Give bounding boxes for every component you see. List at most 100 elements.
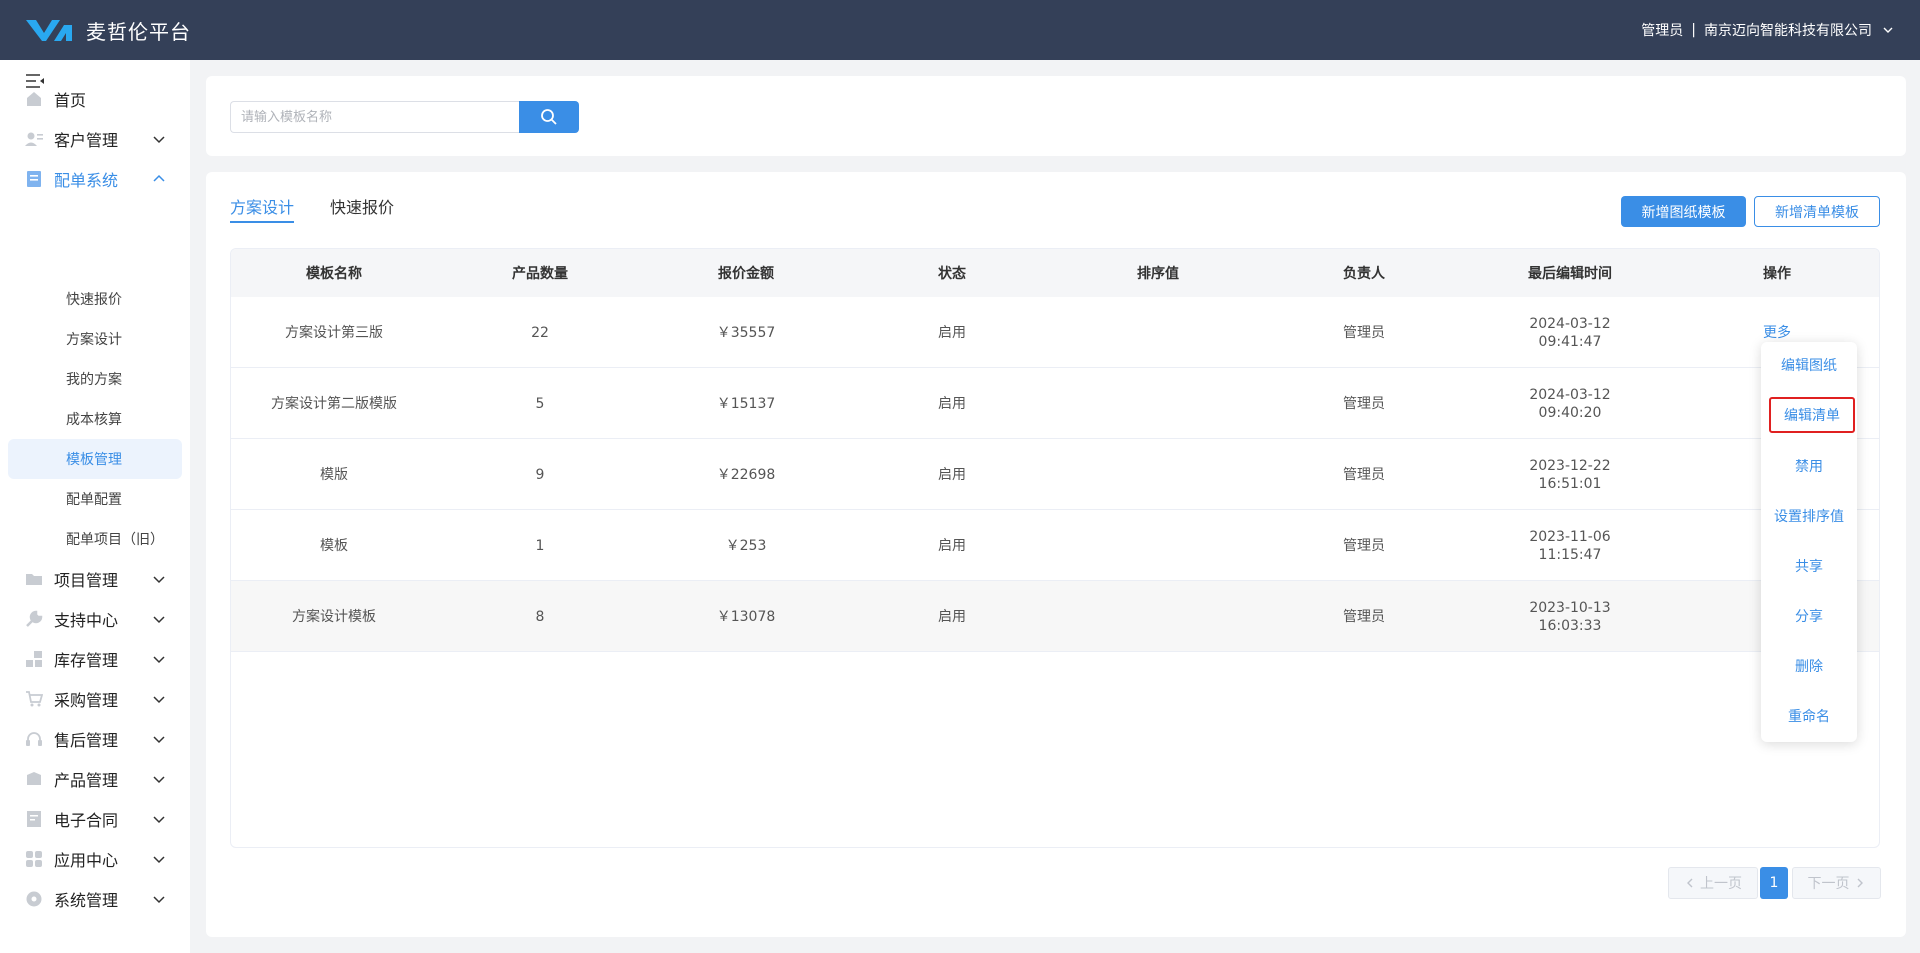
last-edited-cell: 2024-03-12 09:40:20 [1467, 368, 1673, 439]
amount-cell: ￥35557 [716, 324, 776, 341]
owner-cell: 管理员 [1343, 466, 1385, 483]
table-row[interactable]: 方案设计第三版 22 ￥35557 启用 管理员 2024-03-12 09:4… [231, 297, 1879, 368]
home-icon [27, 92, 41, 106]
table-row[interactable]: 方案设计模板 8 ￥13078 启用 管理员 2023-10-13 16:03:… [231, 581, 1879, 652]
menu-item-set-sort-value[interactable]: 设置排序值 [1761, 498, 1857, 534]
sidebar-subitem-label: 模板管理 [66, 452, 122, 468]
separator: | [1691, 22, 1696, 38]
edit-date: 2023-11-06 [1529, 528, 1611, 545]
sidebar-item-label: 项目管理 [54, 571, 119, 590]
sidebar-subitem-template-management[interactable]: 模板管理 [8, 439, 182, 479]
product-count-cell: 22 [531, 324, 549, 341]
company-name: 南京迈向智能科技有限公司 [1704, 23, 1872, 39]
search-button[interactable] [519, 101, 579, 133]
customer-icon [25, 132, 43, 146]
search-panel [206, 76, 1906, 156]
column-header: 模板名称 [306, 266, 362, 282]
sidebar-item-label: 产品管理 [54, 771, 119, 790]
tab-scheme-design[interactable]: 方案设计 [230, 194, 294, 218]
status-cell: 启用 [938, 466, 966, 483]
prev-page-label: 上一页 [1700, 876, 1742, 892]
template-name-cell: 模版 [320, 466, 348, 483]
box-icon [27, 772, 41, 785]
edit-time: 16:03:33 [1538, 617, 1602, 634]
brand-logo[interactable]: 麦哲伦平台 [24, 16, 191, 45]
sidebar-item-after-sales[interactable]: 售后管理 [0, 719, 190, 759]
sort-value-cell [1055, 510, 1261, 581]
add-list-template-button[interactable]: 新增清单模板 [1754, 196, 1880, 227]
prev-page-button[interactable]: 上一页 [1668, 867, 1758, 899]
table-row[interactable]: 模板 1 ￥253 启用 管理员 2023-11-06 11:15:47 [231, 510, 1879, 581]
tab-quick-quote[interactable]: 快速报价 [330, 194, 394, 218]
next-page-button[interactable]: 下一页 [1792, 867, 1881, 899]
edit-date: 2023-10-13 [1529, 599, 1611, 616]
amount-cell: ￥13078 [716, 608, 776, 625]
order-icon [27, 171, 41, 187]
amount-cell: ￥22698 [716, 466, 776, 483]
sidebar-item-purchasing[interactable]: 采购管理 [0, 679, 190, 719]
folder-icon [26, 574, 42, 585]
template-name-cell: 方案设计第三版 [285, 324, 383, 341]
sidebar-item-projects[interactable]: 项目管理 [0, 559, 190, 599]
sidebar-item-label: 采购管理 [54, 691, 119, 710]
sidebar-subitem-label: 我的方案 [66, 372, 122, 388]
menu-item-edit-list[interactable]: 编辑清单 [1769, 397, 1855, 433]
sidebar-item-system-settings[interactable]: 系统管理 [0, 879, 190, 919]
sidebar-subitem-label: 快速报价 [66, 292, 122, 308]
edit-time: 09:41:47 [1538, 333, 1602, 350]
menu-item-disable[interactable]: 禁用 [1761, 448, 1857, 484]
column-header: 排序值 [1137, 266, 1179, 282]
menu-item-edit-drawing[interactable]: 编辑图纸 [1761, 347, 1857, 383]
page-number-current[interactable]: 1 [1760, 867, 1788, 899]
inventory-icon [26, 651, 42, 667]
menu-item-delete[interactable]: 删除 [1761, 648, 1857, 684]
sidebar-item-order-system[interactable]: 配单系统 [0, 159, 190, 199]
more-actions-link[interactable]: 更多 [1763, 324, 1791, 342]
chevron-down-icon [1883, 27, 1893, 33]
sidebar-subitem-my-schemes[interactable]: 我的方案 [8, 359, 182, 399]
sidebar-subitem-legacy-projects[interactable]: 配单项目（旧） [8, 519, 182, 559]
edit-time: 11:15:47 [1538, 546, 1602, 563]
user-menu[interactable]: 管理员 | 南京迈向智能科技有限公司 [1641, 20, 1894, 40]
sidebar-subitem-label: 配单配置 [66, 492, 122, 508]
chevron-down-icon [153, 736, 165, 744]
brand-name: 麦哲伦平台 [86, 19, 191, 44]
top-bar: 麦哲伦平台 管理员 | 南京迈向智能科技有限公司 [0, 0, 1920, 60]
chevron-down-icon [153, 896, 165, 904]
sidebar-item-app-center[interactable]: 应用中心 [0, 839, 190, 879]
sidebar-item-support[interactable]: 支持中心 [0, 599, 190, 639]
template-name-cell: 方案设计第二版模版 [271, 395, 397, 412]
status-cell: 启用 [938, 395, 966, 412]
contract-icon [27, 811, 41, 827]
table-row[interactable]: 模版 9 ￥22698 启用 管理员 2023-12-22 16:51:01 [231, 439, 1879, 510]
menu-item-share[interactable]: 分享 [1761, 598, 1857, 634]
product-count-cell: 1 [535, 537, 545, 554]
sidebar-subitem-label: 配单项目（旧） [66, 532, 164, 548]
sidebar-item-home[interactable]: 首页 [0, 79, 190, 119]
template-table: 模板名称 产品数量 报价金额 状态 排序值 负责人 最后编辑时间 操作 方案设计… [230, 248, 1880, 848]
add-drawing-template-button[interactable]: 新增图纸模板 [1621, 196, 1746, 227]
sidebar-subitem-scheme-design[interactable]: 方案设计 [8, 319, 182, 359]
sort-value-cell [1055, 439, 1261, 510]
status-cell: 启用 [938, 608, 966, 625]
column-header: 报价金额 [718, 266, 774, 282]
amount-cell: ￥253 [725, 537, 767, 554]
menu-item-share-internal[interactable]: 共享 [1761, 548, 1857, 584]
sidebar-subitem-quick-quote[interactable]: 快速报价 [8, 279, 182, 319]
chevron-down-icon [153, 616, 165, 624]
sidebar-item-products[interactable]: 产品管理 [0, 759, 190, 799]
sidebar-item-customers[interactable]: 客户管理 [0, 119, 190, 159]
menu-item-rename[interactable]: 重命名 [1761, 698, 1857, 734]
template-name-cell: 模板 [320, 537, 348, 554]
table-row[interactable]: 方案设计第二版模版 5 ￥15137 启用 管理员 2024-03-12 09:… [231, 368, 1879, 439]
last-edited-cell: 2023-10-13 16:03:33 [1467, 581, 1673, 652]
product-count-cell: 8 [535, 608, 545, 625]
template-search-input[interactable] [230, 101, 526, 133]
sidebar-item-inventory[interactable]: 库存管理 [0, 639, 190, 679]
sidebar-subitem-order-config[interactable]: 配单配置 [8, 479, 182, 519]
last-edited-cell: 2023-11-06 11:15:47 [1467, 510, 1673, 581]
owner-cell: 管理员 [1343, 608, 1385, 625]
sidebar-subitem-cost-accounting[interactable]: 成本核算 [8, 399, 182, 439]
sidebar-item-e-contracts[interactable]: 电子合同 [0, 799, 190, 839]
sidebar-item-label: 客户管理 [54, 131, 119, 150]
